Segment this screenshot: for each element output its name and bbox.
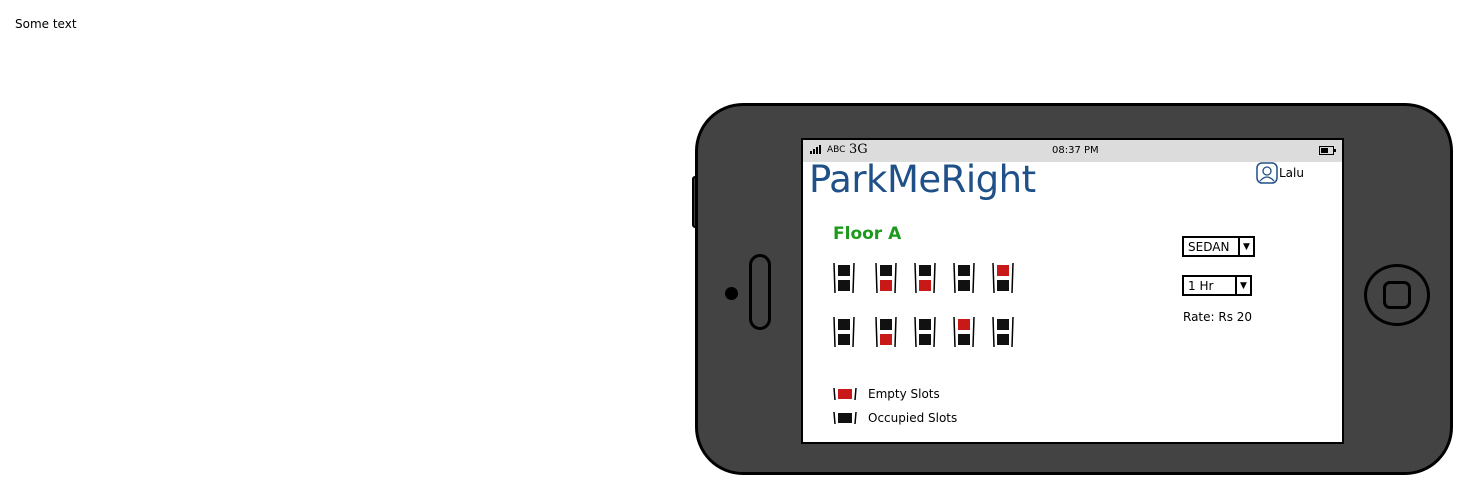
empty-slot-icon xyxy=(833,387,857,401)
rate-text: Rate: Rs 20 xyxy=(1183,310,1253,324)
parking-slot[interactable] xyxy=(953,262,975,294)
parking-slot[interactable] xyxy=(953,316,975,348)
duration-select[interactable]: 1 Hr ▼ xyxy=(1182,275,1252,296)
home-button-inner xyxy=(1383,281,1411,309)
parking-slot[interactable] xyxy=(833,262,855,294)
user-profile[interactable]: Lalu xyxy=(1256,162,1304,184)
parking-slot[interactable] xyxy=(833,316,855,348)
page-note: Some text xyxy=(15,17,77,31)
phone-screen: ABC 3G 08:37 PM ParkMeRight Lalu Floor A… xyxy=(801,138,1344,444)
parking-slot[interactable] xyxy=(992,316,1014,348)
parking-slot[interactable] xyxy=(875,316,897,348)
duration-value: 1 Hr xyxy=(1188,278,1214,293)
parking-slot[interactable] xyxy=(992,262,1014,294)
vehicle-type-select[interactable]: SEDAN ▼ xyxy=(1182,236,1255,257)
phone-speaker xyxy=(749,254,771,330)
vehicle-type-value: SEDAN xyxy=(1188,239,1230,254)
app-title: ParkMeRight xyxy=(809,158,1036,201)
status-time: 08:37 PM xyxy=(1052,145,1099,156)
floor-title: Floor A xyxy=(833,224,902,244)
user-name: Lalu xyxy=(1279,166,1304,180)
parking-slot[interactable] xyxy=(875,262,897,294)
legend-empty-label: Empty Slots xyxy=(868,387,940,401)
carrier-label: ABC xyxy=(827,145,846,155)
legend-occupied-label: Occupied Slots xyxy=(868,411,958,425)
home-button[interactable] xyxy=(1364,264,1430,326)
occupied-slot-icon xyxy=(833,411,857,425)
phone-camera xyxy=(725,287,738,300)
parking-slot[interactable] xyxy=(914,316,936,348)
chevron-down-icon: ▼ xyxy=(1235,277,1250,294)
legend-occupied: Occupied Slots xyxy=(833,411,957,425)
network-label: 3G xyxy=(849,142,868,157)
parking-slot[interactable] xyxy=(914,262,936,294)
battery-icon xyxy=(1319,146,1336,155)
signal-icon xyxy=(810,145,821,154)
legend-empty: Empty Slots xyxy=(833,387,940,401)
chevron-down-icon: ▼ xyxy=(1238,238,1253,255)
user-icon xyxy=(1256,162,1278,184)
